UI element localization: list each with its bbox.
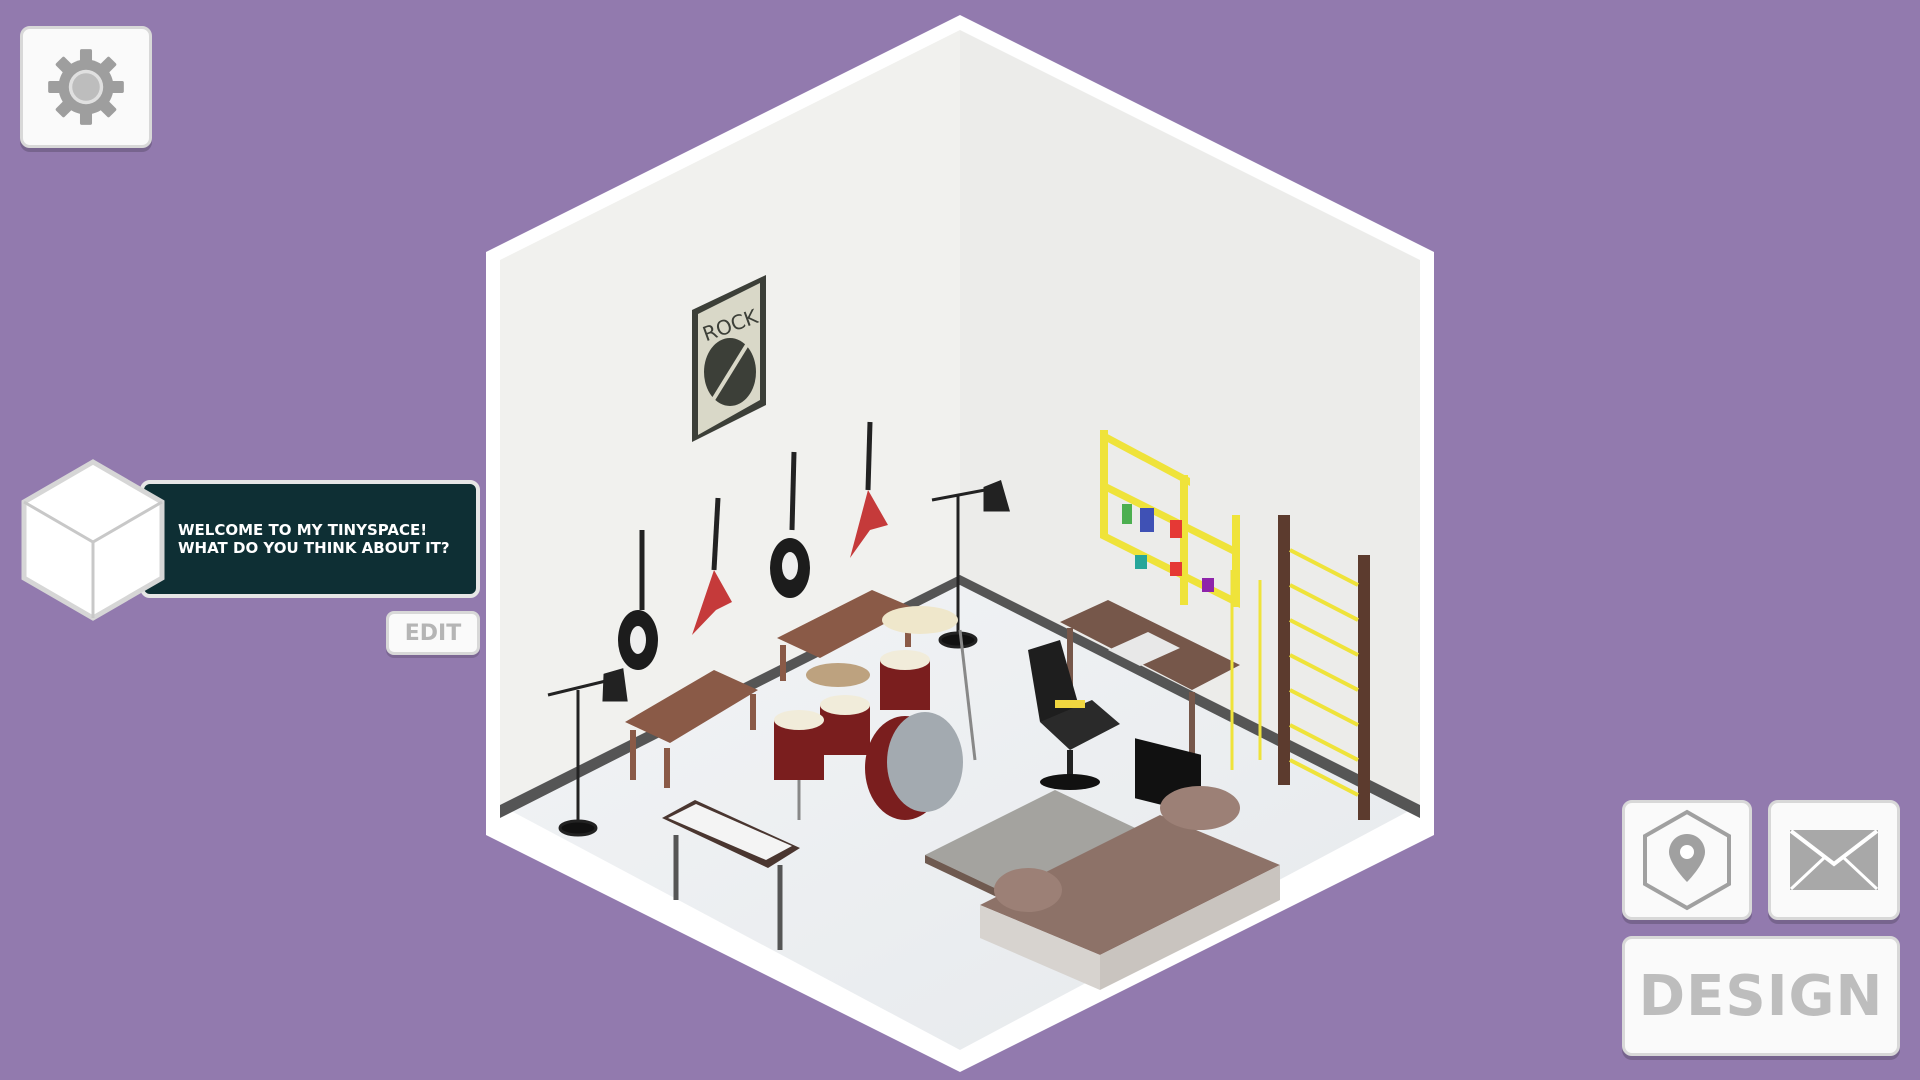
room-scene: ROCK bbox=[486, 15, 1434, 1072]
edit-button[interactable]: EDIT bbox=[386, 611, 480, 655]
map-pin-hexagon-icon bbox=[1643, 809, 1731, 911]
welcome-message: WELCOME TO MY TINYSPACE! WHAT DO YOU THI… bbox=[178, 521, 450, 557]
mail-button[interactable] bbox=[1768, 800, 1900, 920]
design-button[interactable]: DESIGN bbox=[1622, 936, 1900, 1056]
settings-button[interactable] bbox=[20, 26, 152, 148]
design-label: DESIGN bbox=[1638, 963, 1884, 1029]
speech-bubble: WELCOME TO MY TINYSPACE! WHAT DO YOU THI… bbox=[140, 480, 480, 598]
map-button[interactable] bbox=[1622, 800, 1752, 920]
gear-icon bbox=[48, 49, 124, 125]
cube-hexagon-icon[interactable] bbox=[18, 458, 168, 622]
envelope-icon bbox=[1789, 829, 1879, 891]
